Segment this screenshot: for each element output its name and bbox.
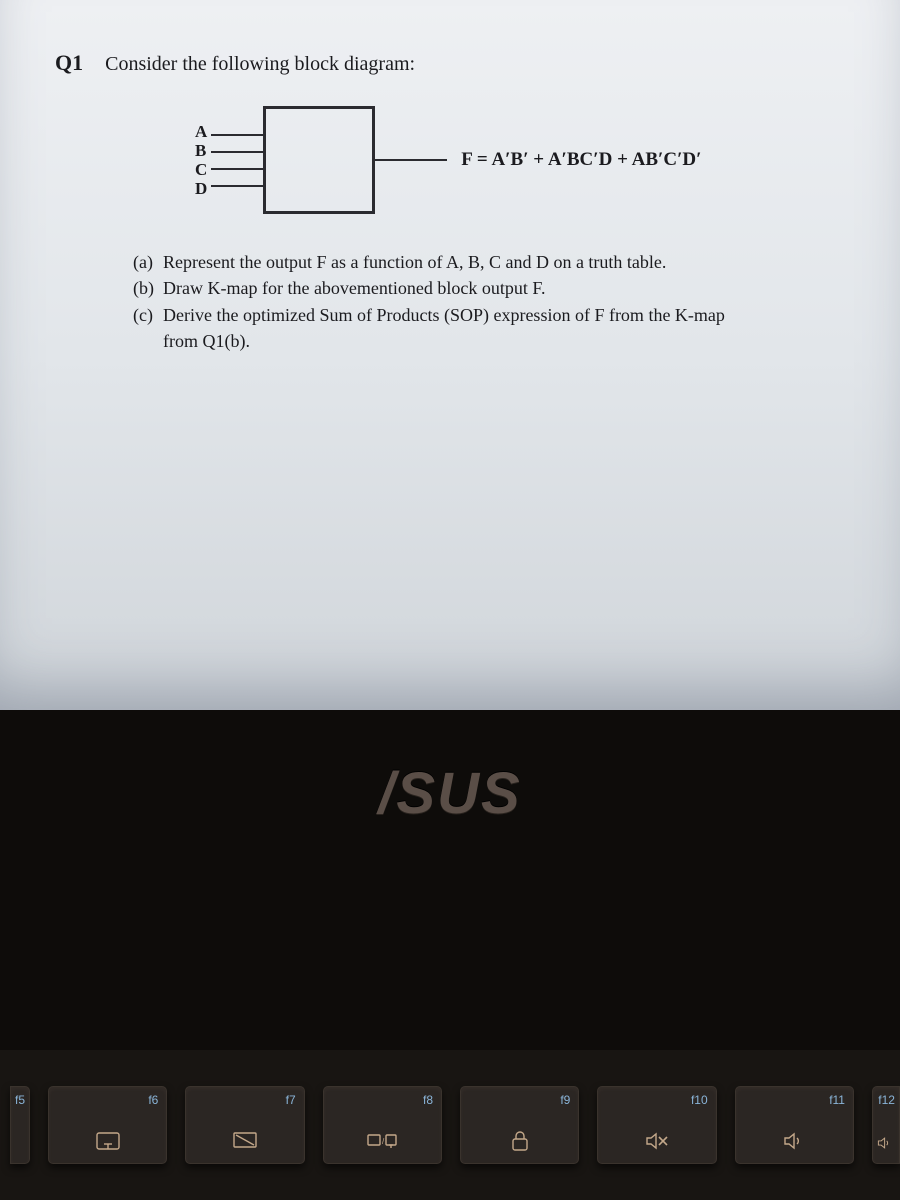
svg-text:/: / — [382, 1137, 385, 1146]
volume-up-icon — [877, 1129, 895, 1157]
key-f5[interactable]: f5 — [10, 1086, 30, 1164]
f10-label: f10 — [606, 1093, 707, 1107]
key-f10[interactable]: f10 — [597, 1086, 716, 1164]
output-wire — [375, 159, 447, 161]
question-number: Q1 — [55, 50, 83, 76]
block-diagram: A B C D F = A′B′ + A′BC′D + AB′C′D′ — [195, 100, 860, 220]
display-toggle-icon: / — [332, 1127, 433, 1155]
input-b: B — [195, 142, 207, 159]
f9-label: f9 — [469, 1093, 570, 1107]
volume-down-icon — [744, 1127, 845, 1155]
key-f8[interactable]: f8 / — [323, 1086, 442, 1164]
f8-label: f8 — [332, 1093, 433, 1107]
f6-label: f6 — [57, 1093, 158, 1107]
part-c-continued: from Q1(b). — [163, 329, 860, 353]
key-f12[interactable]: f12 — [872, 1086, 900, 1164]
part-a-label: (a) — [133, 250, 157, 274]
part-b-text: Draw K-map for the abovementioned block … — [163, 276, 545, 300]
part-a: (a) Represent the output F as a function… — [133, 250, 860, 274]
lock-icon — [469, 1127, 570, 1155]
f5-label: f5 — [15, 1093, 25, 1107]
f7-label: f7 — [194, 1093, 295, 1107]
part-b-label: (b) — [133, 276, 157, 300]
document-screen: Q1 Consider the following block diagram:… — [0, 0, 900, 710]
output-formula: F = A′B′ + A′BC′D + AB′C′D′ — [461, 149, 701, 171]
laptop-keyboard: f5 f6 f7 f8 / f9 f10 f11 — [0, 1050, 900, 1200]
input-a: A — [195, 123, 207, 140]
part-b: (b) Draw K-map for the abovementioned bl… — [133, 276, 860, 300]
part-a-text: Represent the output F as a function of … — [163, 250, 666, 274]
input-d: D — [195, 180, 207, 197]
logic-block — [263, 106, 375, 214]
question-header: Q1 Consider the following block diagram: — [55, 50, 860, 76]
input-wires — [211, 124, 263, 196]
question-title: Consider the following block diagram: — [105, 53, 415, 76]
key-f7[interactable]: f7 — [185, 1086, 304, 1164]
part-c-text: Derive the optimized Sum of Products (SO… — [163, 303, 725, 327]
part-c: (c) Derive the optimized Sum of Products… — [133, 303, 860, 327]
key-f11[interactable]: f11 — [735, 1086, 854, 1164]
input-c: C — [195, 161, 207, 178]
f12-label: f12 — [877, 1093, 895, 1107]
touchpad-off-icon — [57, 1127, 158, 1155]
part-c-label: (c) — [133, 303, 157, 327]
f11-label: f11 — [744, 1093, 845, 1107]
key-f6[interactable]: f6 — [48, 1086, 167, 1164]
mute-icon — [606, 1127, 707, 1155]
key-f9[interactable]: f9 — [460, 1086, 579, 1164]
screen-off-icon — [194, 1127, 295, 1155]
question-parts: (a) Represent the output F as a function… — [133, 250, 860, 353]
laptop-brand: /SUS — [0, 760, 900, 827]
diagram-inputs: A B C D — [195, 123, 207, 197]
